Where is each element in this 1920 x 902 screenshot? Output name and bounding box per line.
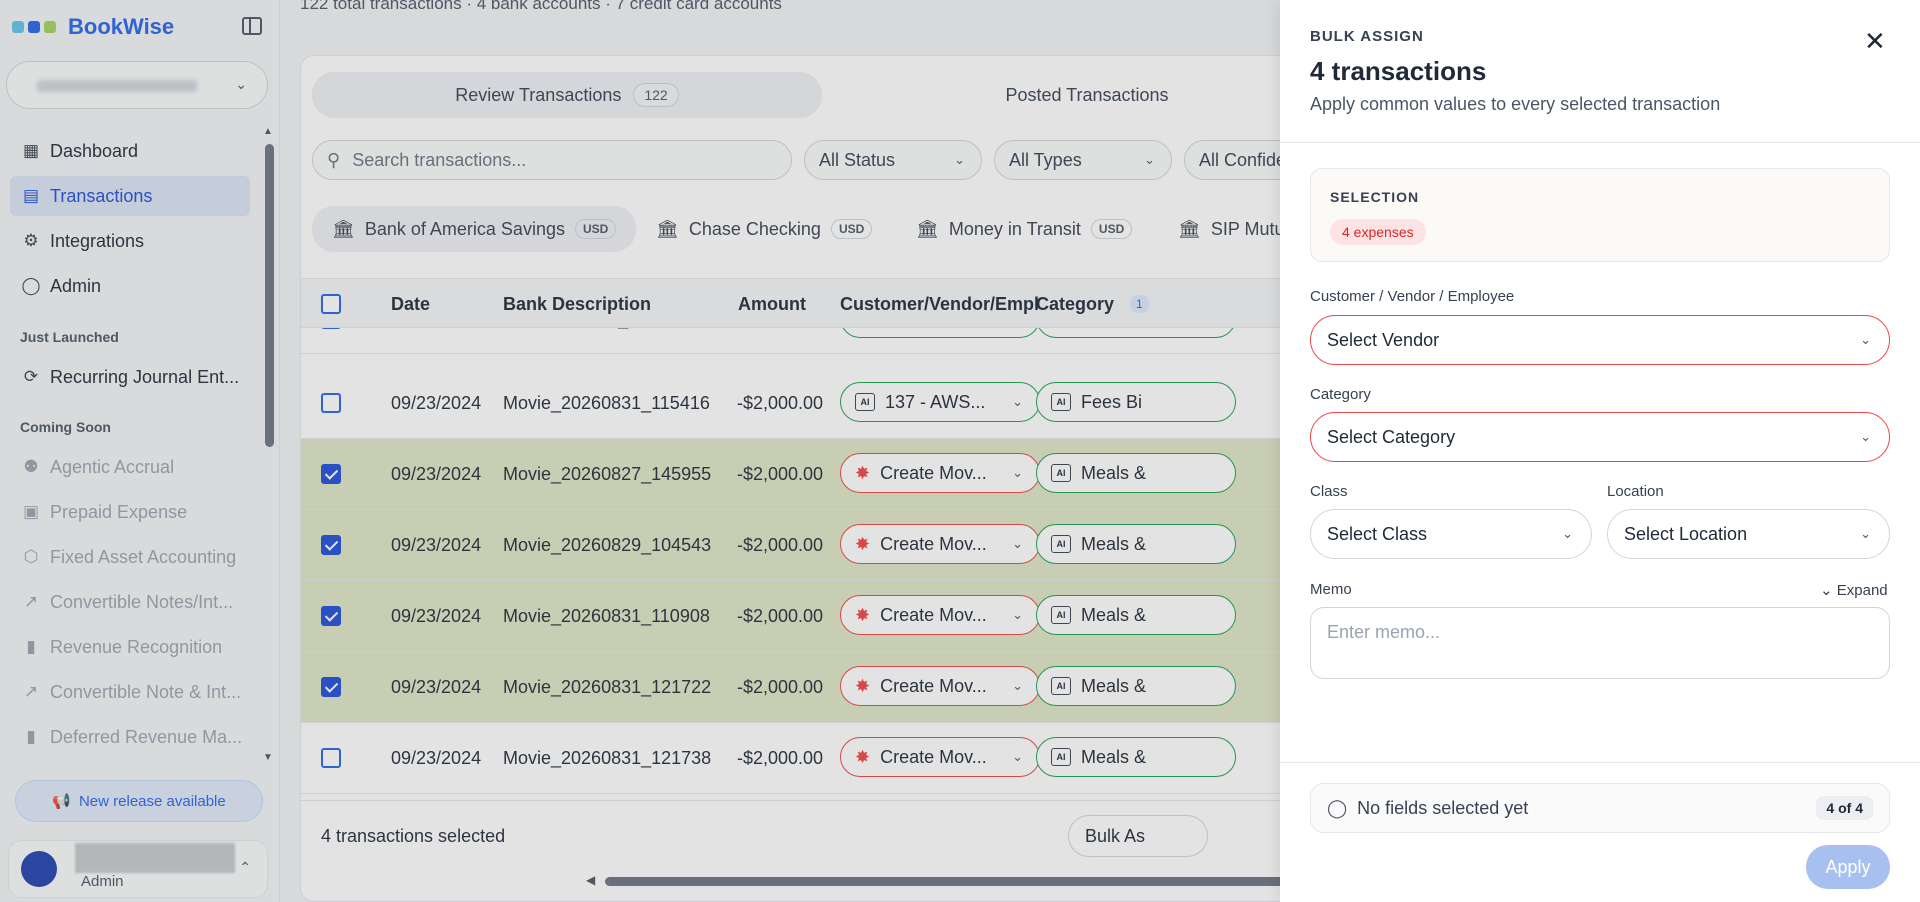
vendor-select[interactable]: Select Vendor ⌄ — [1310, 315, 1890, 365]
modal-backdrop[interactable] — [0, 0, 1280, 902]
status-count-badge: 4 of 4 — [1816, 796, 1873, 820]
panel-eyebrow: BULK ASSIGN — [1310, 28, 1424, 45]
location-label: Location — [1607, 483, 1664, 500]
bulk-assign-panel: BULK ASSIGN 4 transactions Apply common … — [1280, 0, 1920, 902]
apply-label: Apply — [1825, 856, 1871, 877]
memo-placeholder: Enter memo... — [1327, 622, 1441, 642]
memo-label: Memo — [1310, 581, 1352, 598]
class-select[interactable]: Select Class ⌄ — [1310, 509, 1592, 559]
panel-title: 4 transactions — [1310, 56, 1487, 86]
selection-summary: SELECTION 4 expenses — [1310, 168, 1890, 262]
memo-expand-button[interactable]: ⌄ Expand — [1820, 581, 1888, 599]
class-label: Class — [1310, 483, 1348, 500]
assignment-status: ◯ No fields selected yet 4 of 4 — [1310, 783, 1890, 833]
class-select-value: Select Class — [1327, 523, 1428, 544]
location-select-value: Select Location — [1624, 523, 1748, 544]
apply-button[interactable]: Apply — [1806, 845, 1890, 889]
chevron-down-icon: ⌄ — [1860, 526, 1871, 541]
category-select[interactable]: Select Category ⌄ — [1310, 412, 1890, 462]
status-text: No fields selected yet — [1357, 797, 1529, 818]
location-select[interactable]: Select Location ⌄ — [1607, 509, 1890, 559]
chevron-down-icon: ⌄ — [1820, 582, 1833, 599]
selection-label: SELECTION — [1330, 189, 1420, 205]
chevron-down-icon: ⌄ — [1860, 332, 1871, 347]
chevron-down-icon: ⌄ — [1562, 526, 1573, 541]
check-circle-icon: ◯ — [1327, 797, 1348, 818]
vendor-select-value: Select Vendor — [1327, 329, 1440, 350]
chevron-down-icon: ⌄ — [1860, 429, 1871, 444]
expenses-tag: 4 expenses — [1330, 219, 1426, 245]
expand-label: Expand — [1836, 582, 1888, 599]
vendor-label: Customer / Vendor / Employee — [1310, 288, 1515, 305]
category-select-value: Select Category — [1327, 426, 1456, 447]
close-icon[interactable]: ✕ — [1864, 26, 1886, 57]
category-label: Category — [1310, 386, 1371, 403]
panel-subtitle: Apply common values to every selected tr… — [1310, 94, 1721, 114]
divider — [1280, 762, 1920, 763]
divider — [1280, 142, 1920, 143]
memo-field[interactable]: Enter memo... — [1310, 607, 1890, 679]
